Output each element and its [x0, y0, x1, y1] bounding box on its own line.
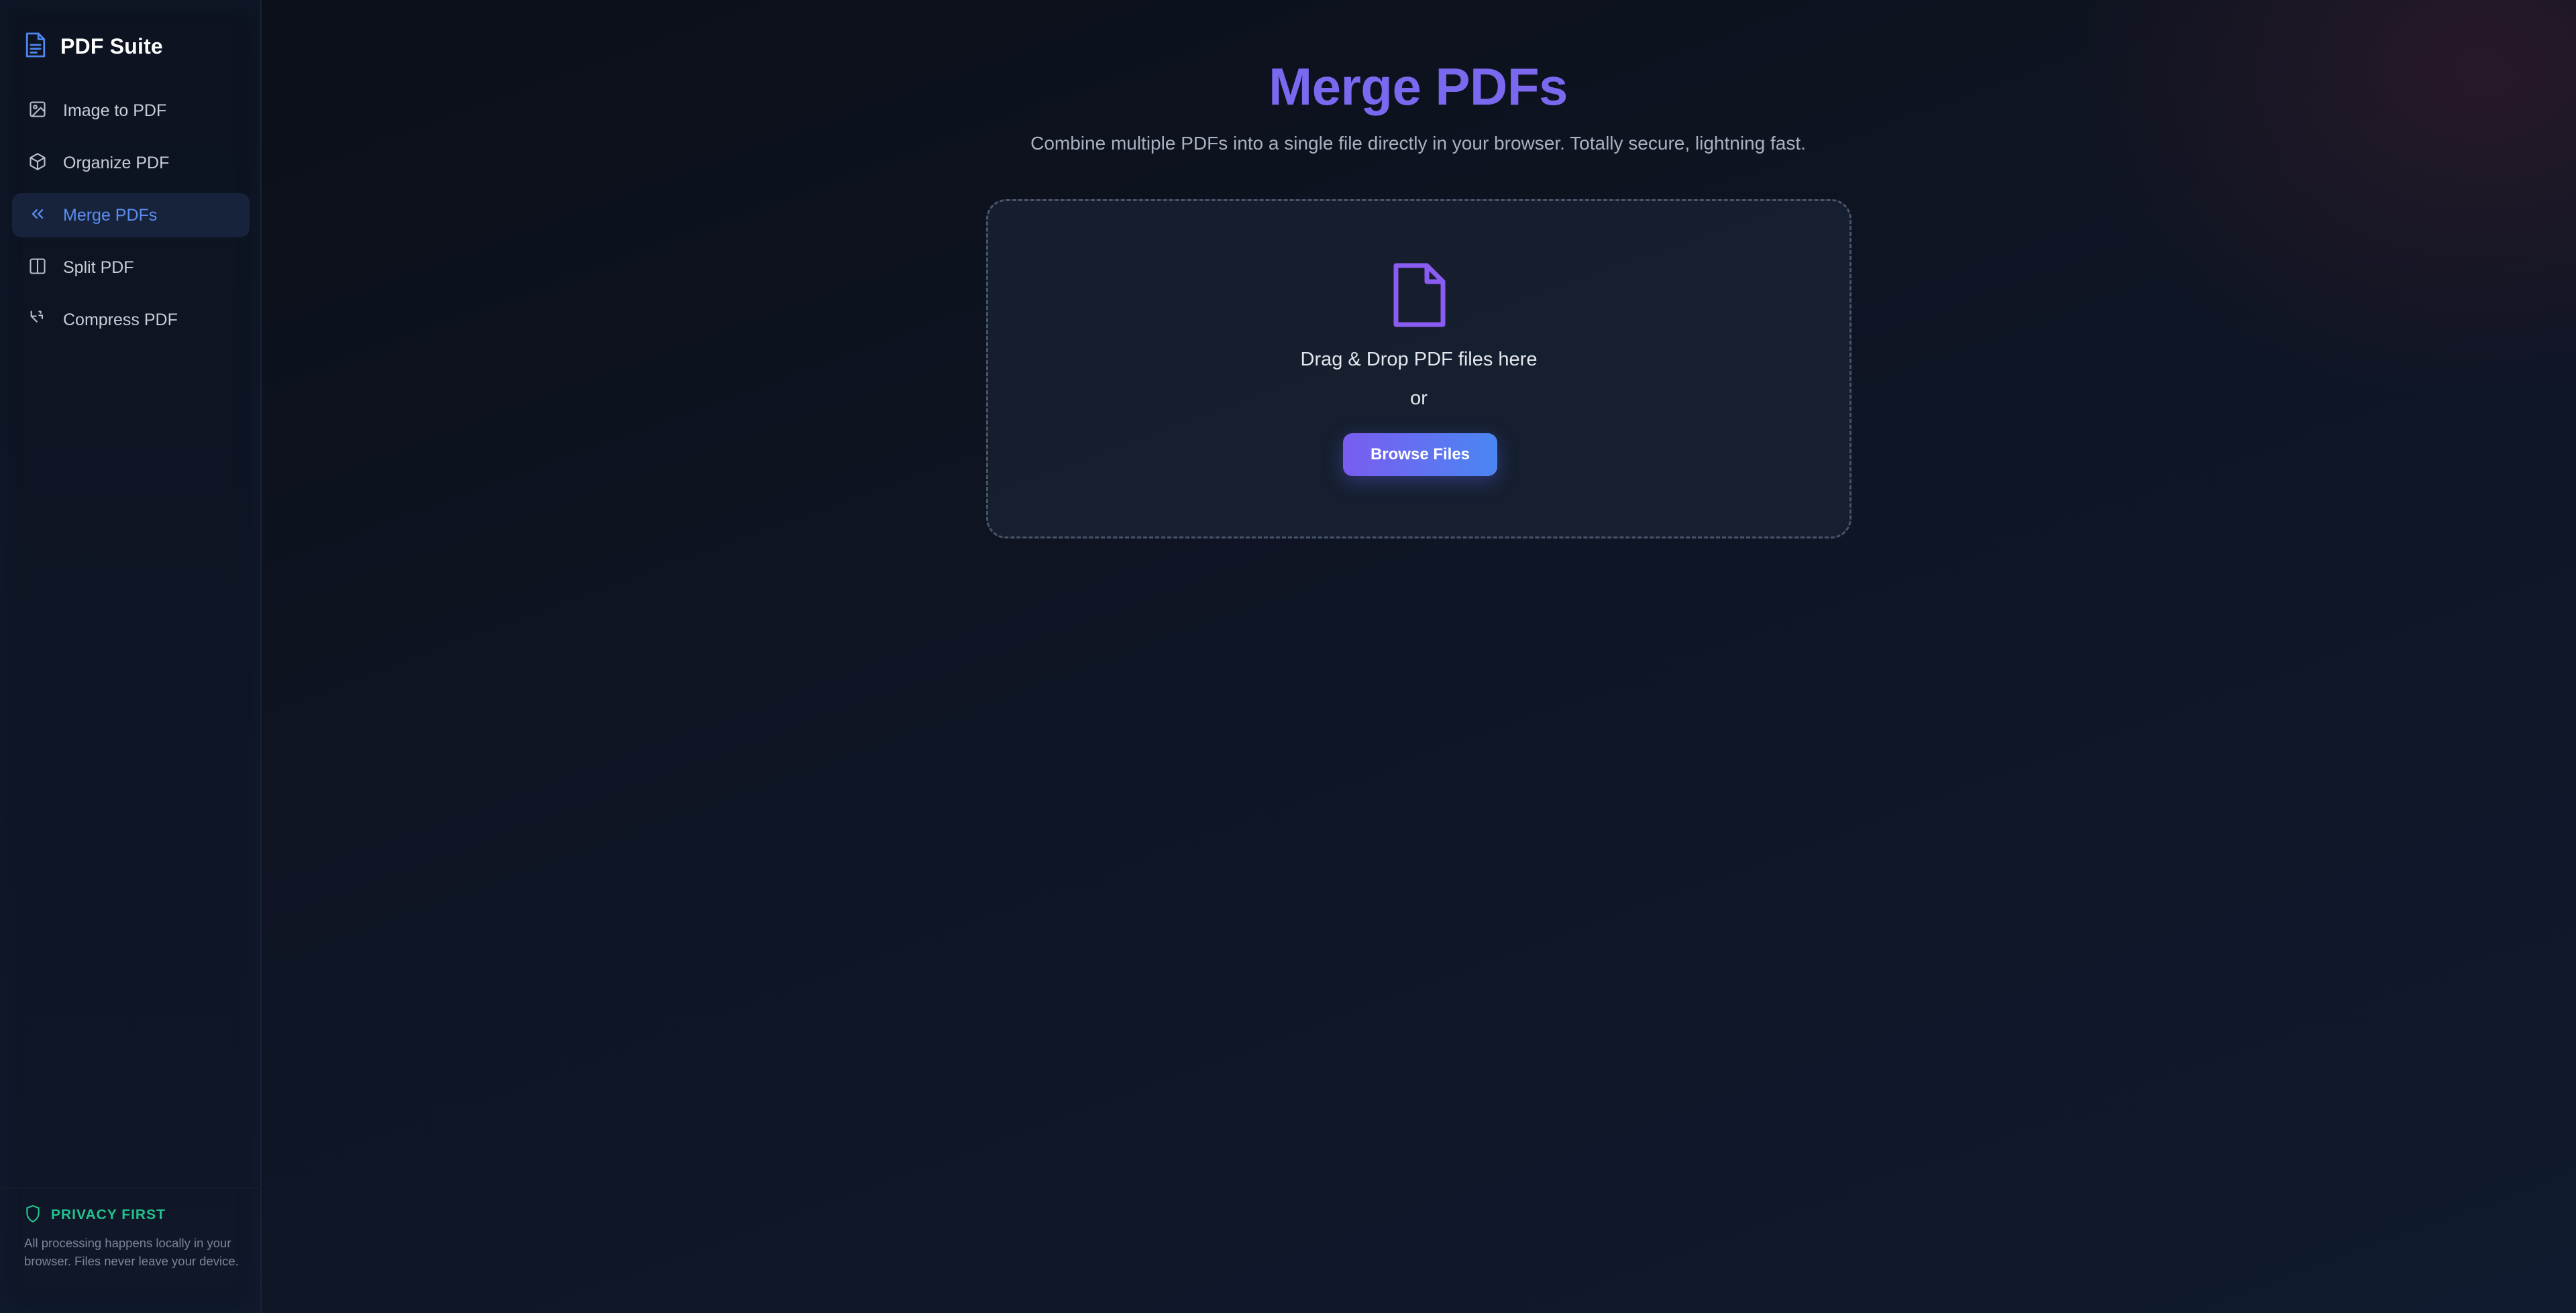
image-icon — [28, 100, 47, 122]
brand-title: PDF Suite — [60, 34, 163, 58]
sidebar-item-merge-pdfs[interactable]: Merge PDFs — [12, 193, 250, 237]
brand[interactable]: PDF Suite — [24, 30, 163, 63]
shield-icon — [24, 1204, 42, 1226]
file-icon — [1391, 263, 1448, 327]
sidebar-nav: Image to PDF Organize PDF Merge PDFs Spl… — [12, 89, 250, 350]
sidebar-item-label: Image to PDF — [63, 101, 167, 120]
app-window: PDF Suite Image to PDF Organize PDF Merg… — [0, 0, 2576, 1313]
columns-icon — [28, 257, 47, 279]
dropzone-or-text: or — [1410, 388, 1428, 409]
sidebar-item-label: Organize PDF — [63, 153, 170, 172]
sidebar-item-label: Compress PDF — [63, 310, 178, 329]
chevrons-left-icon — [28, 205, 47, 227]
compress-icon — [28, 309, 47, 331]
sidebar-item-split-pdf[interactable]: Split PDF — [12, 245, 250, 290]
page-subtitle: Combine multiple PDFs into a single file… — [1030, 133, 1806, 154]
dropzone-text: Drag & Drop PDF files here — [1300, 349, 1538, 370]
browse-files-button[interactable]: Browse Files — [1343, 433, 1497, 476]
file-text-icon — [24, 32, 47, 62]
privacy-divider — [0, 1187, 262, 1188]
privacy-text: All processing happens locally in your b… — [24, 1236, 239, 1268]
box-icon — [28, 152, 47, 174]
sidebar-item-compress-pdf[interactable]: Compress PDF — [12, 298, 250, 342]
privacy-notice: PRIVACY FIRST All processing happens loc… — [24, 1204, 239, 1270]
privacy-title: PRIVACY FIRST — [51, 1207, 166, 1222]
sidebar: PDF Suite Image to PDF Organize PDF Merg… — [0, 0, 262, 1313]
file-dropzone[interactable]: Drag & Drop PDF files here or Browse Fil… — [986, 199, 1851, 538]
sidebar-item-label: Split PDF — [63, 258, 134, 277]
page-title: Merge PDFs — [1269, 57, 1568, 116]
sidebar-item-organize-pdf[interactable]: Organize PDF — [12, 141, 250, 185]
privacy-header: PRIVACY FIRST — [24, 1204, 239, 1226]
sidebar-item-label: Merge PDFs — [63, 205, 158, 225]
sidebar-item-image-to-pdf[interactable]: Image to PDF — [12, 89, 250, 133]
